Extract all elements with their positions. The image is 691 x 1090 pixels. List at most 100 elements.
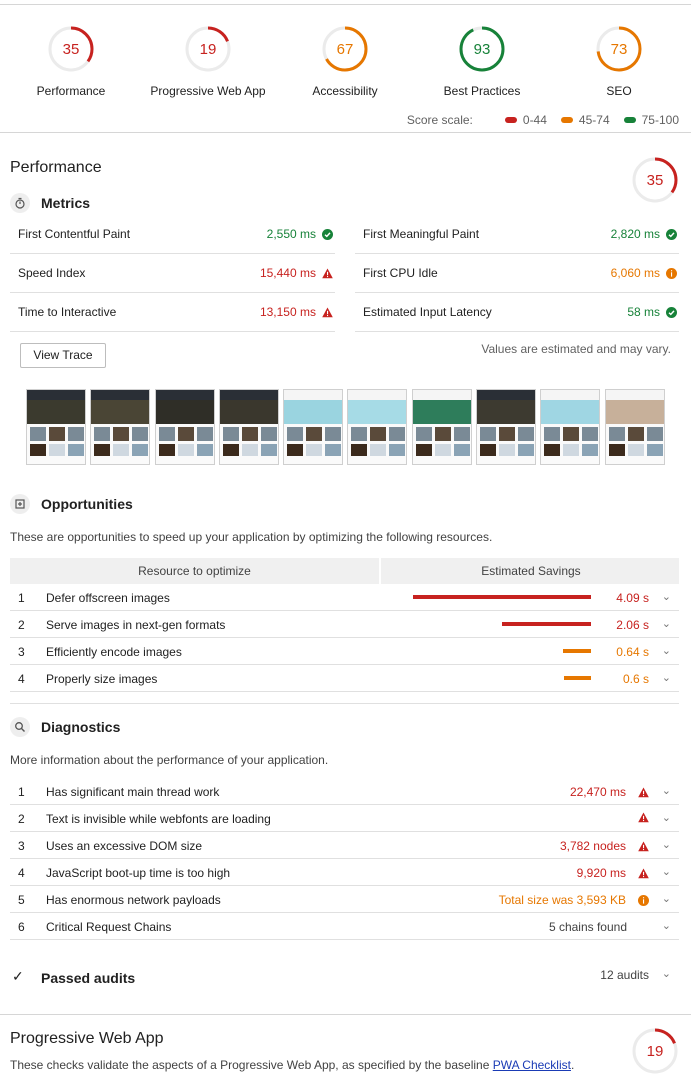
stopwatch-icon <box>10 193 30 213</box>
passed-audits-title: Passed audits <box>41 970 136 986</box>
diagnostic-row[interactable]: 2 Text is invisible while webfonts are lo… <box>10 805 679 832</box>
frame-thumb <box>499 444 516 456</box>
frame-thumb <box>434 427 451 441</box>
gauge-ring: 67 <box>322 26 368 72</box>
chevron-down-icon[interactable]: ⌄ <box>662 784 671 797</box>
frame-thumb <box>132 427 149 441</box>
diagnostic-value: 3,782 nodes <box>560 839 649 853</box>
metric-value-text: 6,060 ms <box>610 266 660 280</box>
frame-header <box>219 390 278 400</box>
opportunity-row[interactable]: 4 Properly size images 0.6 s ⌄ <box>10 665 679 692</box>
diagnostic-row[interactable]: 5 Has enormous network payloads Total size… <box>10 886 679 913</box>
frame-hero <box>605 400 664 424</box>
scale-item-fail: 0-44 <box>504 113 547 127</box>
gauge-best-practices[interactable]: 93 Best Practices <box>412 25 552 98</box>
metric-title: First Contentful Paint <box>18 227 131 241</box>
pass-check-icon <box>322 228 333 240</box>
gauge-accessibility[interactable]: 67 Accessibility <box>275 25 415 98</box>
frame-thumb <box>608 444 625 456</box>
chevron-down-icon[interactable]: ⌄ <box>662 671 671 684</box>
frame-thumb <box>132 444 149 456</box>
score-scale: Score scale: 0-44 45-74 75-100 <box>407 113 679 127</box>
warning-triangle-icon <box>322 307 333 317</box>
chevron-down-icon[interactable]: ⌄ <box>662 919 671 932</box>
diagnostic-row[interactable]: 1 Has significant main thread work 22,470 … <box>10 778 679 805</box>
chevron-down-icon[interactable]: ⌄ <box>662 838 671 851</box>
savings-bar <box>564 676 591 680</box>
warning-triangle-icon <box>638 787 649 797</box>
metric-value: 58 ms <box>627 305 677 319</box>
scale-item-pass: 75-100 <box>623 113 679 127</box>
divider <box>10 703 679 704</box>
frame-thumb <box>158 427 175 441</box>
opportunity-title: Efficiently encode images <box>46 645 182 659</box>
diagnostic-row[interactable]: 6 Critical Request Chains 5 chains found ⌄ <box>10 913 679 940</box>
frame-thumb <box>453 427 470 441</box>
metric-title: First CPU Idle <box>363 266 438 280</box>
row-index: 4 <box>18 672 25 686</box>
frame-thumb <box>287 444 304 456</box>
gauge-label: SEO <box>606 84 632 98</box>
metrics-title: Metrics <box>41 195 91 211</box>
pwa-title: Progressive Web App <box>10 1030 164 1047</box>
chevron-down-icon[interactable]: ⌄ <box>662 644 671 657</box>
frame-thumb <box>94 427 111 441</box>
frame-thumb <box>582 427 599 441</box>
opportunity-row[interactable]: 1 Defer offscreen images 4.09 s ⌄ <box>10 584 679 611</box>
pwa-checklist-link[interactable]: PWA Checklist <box>493 1058 571 1072</box>
info-circle-icon <box>666 267 677 279</box>
gauge-seo[interactable]: 73 SEO <box>549 25 689 98</box>
chevron-down-icon[interactable]: ⌄ <box>662 811 671 824</box>
chevron-down-icon[interactable]: ⌄ <box>662 590 671 603</box>
gauge-label: Performance <box>36 84 106 98</box>
passed-audits[interactable]: ✓ Passed audits 12 audits ⌄ <box>10 964 679 992</box>
frame-thumb <box>453 444 470 456</box>
gauge-label: Best Practices <box>443 84 521 98</box>
opportunity-savings: 2.06 s <box>616 618 649 632</box>
opportunity-savings: 4.09 s <box>616 591 649 605</box>
frame-thumb <box>646 444 663 456</box>
opportunity-row[interactable]: 2 Serve images in next-gen formats 2.06 s ⌄ <box>10 611 679 638</box>
gauge-pwa[interactable]: 19 Progressive Web App <box>138 25 278 98</box>
frame-thumb <box>544 427 561 441</box>
metric-value: 2,550 ms <box>267 227 333 241</box>
performance-title: Performance <box>10 159 102 176</box>
scale-item-average: 45-74 <box>560 113 610 127</box>
chevron-down-icon[interactable]: ⌄ <box>662 892 671 905</box>
frame-thumb <box>351 427 368 441</box>
diagnostic-value: 9,920 ms <box>577 866 649 880</box>
metric-value: 2,820 ms <box>611 227 677 241</box>
savings-bar <box>413 595 591 599</box>
diagnostic-row[interactable]: 4 JavaScript boot-up time is too high 9,92… <box>10 859 679 886</box>
frame-hero <box>27 400 85 424</box>
opportunity-title: Properly size images <box>46 672 158 686</box>
row-index: 3 <box>18 839 25 853</box>
frame-hero <box>541 400 600 424</box>
metric-value: 15,440 ms <box>260 266 333 280</box>
chevron-down-icon[interactable]: ⌄ <box>662 617 671 630</box>
view-trace-button[interactable]: View Trace <box>20 343 106 368</box>
metric-time-to-interactive: Time to Interactive 13,150 ms <box>10 293 335 332</box>
opportunity-row[interactable]: 3 Efficiently encode images 0.64 s ⌄ <box>10 638 679 665</box>
opportunities-title: Opportunities <box>41 496 133 512</box>
diagnostic-row[interactable]: 3 Uses an excessive DOM size 3,782 nodes ⌄ <box>10 832 679 859</box>
chevron-down-icon[interactable]: ⌄ <box>662 865 671 878</box>
frame-header <box>91 390 150 400</box>
diagnostic-value-text: 5 chains found <box>548 920 627 934</box>
chevron-down-icon[interactable]: ⌄ <box>662 967 671 980</box>
frame-header <box>284 390 343 400</box>
pass-pill-icon <box>623 117 636 123</box>
diagnostic-value <box>626 812 649 823</box>
gauge-performance[interactable]: 35 Performance <box>1 25 141 98</box>
frame-thumb <box>325 427 342 441</box>
savings-bar <box>502 622 591 626</box>
gauge-label: Progressive Web App <box>150 84 266 98</box>
frame-thumb <box>518 444 535 456</box>
frame-header <box>155 390 214 400</box>
frame-thumb <box>113 427 130 441</box>
frame-thumb <box>113 444 130 456</box>
gauge-ring: 93 <box>459 26 505 72</box>
gauge-ring: 73 <box>596 26 642 72</box>
frame-thumb <box>563 427 580 441</box>
savings-bar <box>563 649 591 653</box>
